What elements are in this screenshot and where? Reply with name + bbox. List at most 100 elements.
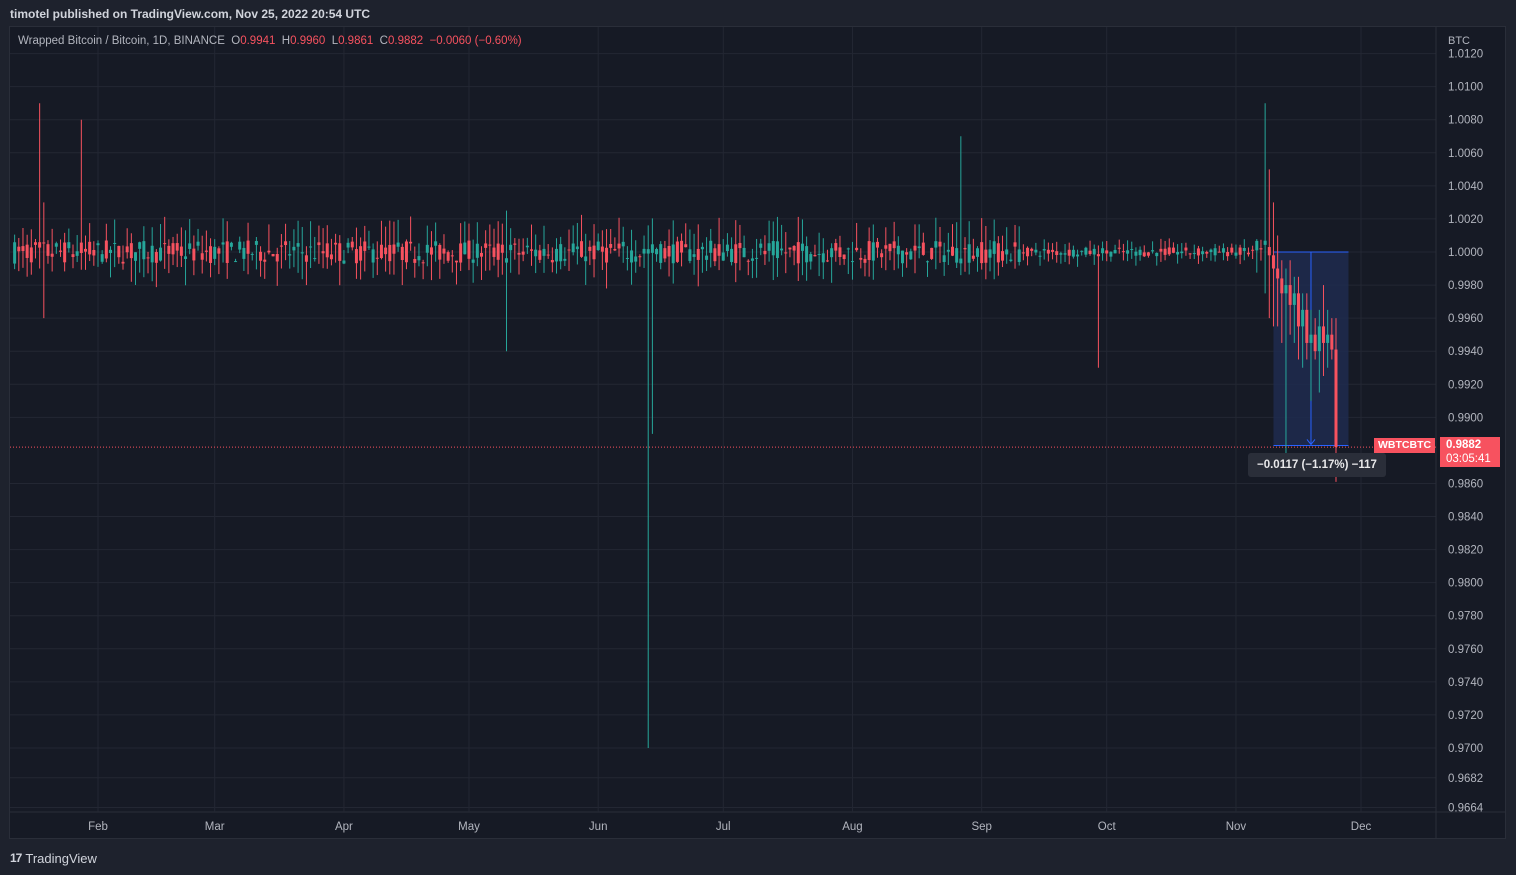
candle-body	[871, 242, 875, 261]
candle-body	[792, 245, 796, 251]
y-tick-label: 1.0000	[1448, 247, 1483, 259]
candle-body	[1092, 248, 1096, 255]
candle-body	[1242, 247, 1246, 251]
candle-body	[659, 244, 663, 263]
close-label: C	[379, 35, 388, 47]
candle-body	[1246, 252, 1250, 255]
candle-body	[1034, 249, 1038, 253]
candle-body	[563, 258, 567, 261]
candle-body	[467, 240, 471, 259]
candle-body	[484, 243, 488, 248]
candle-body	[163, 243, 167, 245]
candle-body	[738, 242, 742, 249]
candle-body	[346, 242, 350, 248]
candle-body	[671, 244, 675, 264]
candle-body	[1180, 251, 1184, 254]
candle-body	[125, 246, 129, 253]
candle-body	[1130, 249, 1134, 251]
candle-body	[817, 253, 821, 255]
candle-body	[242, 247, 246, 259]
candle-body	[246, 240, 250, 254]
open-label: O	[231, 35, 241, 47]
candle-body	[675, 241, 679, 262]
candle-body	[1205, 251, 1209, 254]
y-tick-label: 1.0020	[1448, 214, 1483, 226]
candle-body	[392, 244, 396, 254]
candle-body	[680, 240, 684, 253]
x-tick-label: Jul	[716, 821, 731, 833]
candle-body	[734, 244, 738, 264]
price-chart[interactable]: 1.0120 1.0100 1.0080 1.0060 1.0040 1.0020 1.00…	[0, 0, 1516, 875]
candle-body	[1101, 248, 1105, 254]
candle-body	[296, 243, 300, 247]
candle-body	[58, 250, 62, 252]
candle-body	[780, 248, 784, 251]
candle-body	[1063, 253, 1067, 255]
candle-body	[104, 240, 108, 259]
candle-body	[354, 249, 358, 264]
candle-body	[750, 258, 754, 261]
candle-body	[921, 242, 925, 255]
candle-body	[1280, 278, 1284, 294]
candle-body	[600, 246, 604, 252]
candle-body	[646, 249, 650, 254]
candle-body	[725, 244, 729, 252]
candle-body	[1067, 249, 1071, 256]
x-tick-label: Apr	[335, 821, 353, 833]
x-tick-label: Mar	[205, 821, 225, 833]
candle-body	[213, 246, 217, 259]
candle-body	[1176, 251, 1180, 255]
candle-body	[667, 245, 671, 257]
candle-body	[605, 247, 609, 263]
candle-body	[1226, 252, 1230, 257]
candle-body	[925, 261, 929, 263]
y-tick-label: 0.9840	[1448, 512, 1483, 524]
candle-body	[1021, 252, 1025, 254]
candle-series	[13, 103, 1338, 748]
candle-body	[442, 248, 446, 254]
symbol-legend: Wrapped Bitcoin / Bitcoin, 1D, BINANCE O…	[18, 35, 522, 47]
candle-body	[33, 242, 37, 245]
candle-body	[630, 250, 634, 263]
candle-body	[113, 242, 117, 244]
candle-body	[859, 257, 863, 260]
candle-body	[329, 254, 333, 260]
candle-body	[1076, 254, 1080, 257]
candle-body	[1284, 285, 1288, 294]
symbol-price-tag: WBTCBTC	[1374, 438, 1436, 453]
candle-body	[1113, 249, 1117, 254]
candle-body	[42, 242, 46, 244]
candle-body	[509, 244, 513, 251]
candle-body	[479, 252, 483, 257]
open-value: 0.9941	[240, 35, 276, 47]
symbol-title: Wrapped Bitcoin / Bitcoin, 1D, BINANCE	[18, 35, 225, 47]
candle-body	[50, 253, 54, 257]
candle-body	[175, 243, 179, 251]
candle-body	[267, 250, 271, 253]
candle-body	[834, 243, 838, 251]
candle-body	[796, 242, 800, 264]
candle-body	[29, 247, 33, 263]
candle-body	[663, 248, 667, 259]
candle-body	[755, 257, 759, 259]
candle-body	[146, 257, 150, 259]
candle-body	[179, 246, 183, 256]
candle-body	[234, 261, 238, 263]
footer-brand[interactable]: 17 TradingView	[10, 849, 97, 867]
candle-body	[1201, 251, 1205, 255]
candle-body	[542, 248, 546, 256]
candle-body	[784, 252, 788, 254]
candle-body	[713, 248, 717, 262]
candle-body	[1255, 240, 1259, 251]
candle-body	[21, 246, 25, 252]
candle-body	[1088, 250, 1092, 255]
candle-body	[1192, 253, 1196, 255]
candle-body	[1046, 249, 1050, 254]
candle-body	[525, 245, 529, 248]
candle-body	[1292, 293, 1296, 305]
candle-body	[900, 250, 904, 264]
x-tick-label: Jun	[589, 821, 608, 833]
candle-body	[225, 241, 229, 263]
candle-body	[888, 243, 892, 252]
candle-body	[538, 250, 542, 260]
